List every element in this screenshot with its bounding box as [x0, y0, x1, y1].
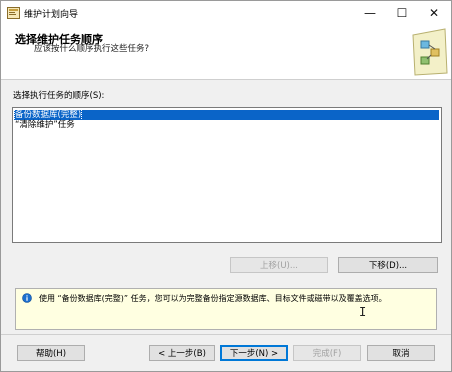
finish-button[interactable]: 完成(F) — [293, 345, 361, 361]
move-down-button[interactable]: 下移(D)... — [338, 257, 438, 273]
next-button[interactable]: 下一步(N) > — [220, 345, 288, 361]
back-button[interactable]: < 上一步(B) — [149, 345, 215, 361]
help-button[interactable]: 帮助(H) — [17, 345, 85, 361]
maximize-button[interactable]: ☐ — [385, 1, 419, 25]
window-title: 维护计划向导 — [24, 10, 79, 20]
move-up-button[interactable]: 上移(U)... — [230, 257, 328, 273]
title-bar: 维护计划向导 — ☐ ✕ — [1, 1, 451, 25]
info-text: 使用 “备份数据库(完整)” 任务，您可以为完整备份指定源数据库、目标文件或磁带… — [39, 294, 387, 303]
list-item-cleanup-maintenance[interactable]: “清除维护”任务 — [14, 120, 75, 130]
wizard-graphic-icon — [412, 28, 448, 76]
maintenance-wizard-icon — [7, 7, 20, 19]
list-item-label: 备份数据库(完整) — [13, 109, 83, 121]
list-item-label: “清除维护”任务 — [15, 120, 75, 130]
minimize-button[interactable]: — — [353, 1, 387, 25]
info-panel: 使用 “备份数据库(完整)” 任务，您可以为完整备份指定源数据库、目标文件或磁带… — [15, 288, 437, 330]
wizard-header: 选择维护任务顺序 应该按什么顺序执行这些任务? — [1, 25, 451, 80]
list-item-backup-database[interactable]: 备份数据库(完整) — [13, 109, 439, 121]
page-subtitle: 应该按什么顺序执行这些任务? — [34, 44, 150, 54]
task-order-list[interactable]: 备份数据库(完整) “清除维护”任务 — [12, 107, 442, 243]
cancel-button[interactable]: 取消 — [367, 345, 435, 361]
task-order-label: 选择执行任务的顺序(S): — [13, 91, 105, 101]
info-icon — [22, 293, 32, 303]
close-button[interactable]: ✕ — [417, 1, 451, 25]
footer-divider — [1, 334, 451, 335]
text-cursor-icon: I — [359, 305, 367, 319]
wizard-window: 维护计划向导 — ☐ ✕ 选择维护任务顺序 应该按什么顺序执行这些任务? 选择执… — [0, 0, 452, 372]
